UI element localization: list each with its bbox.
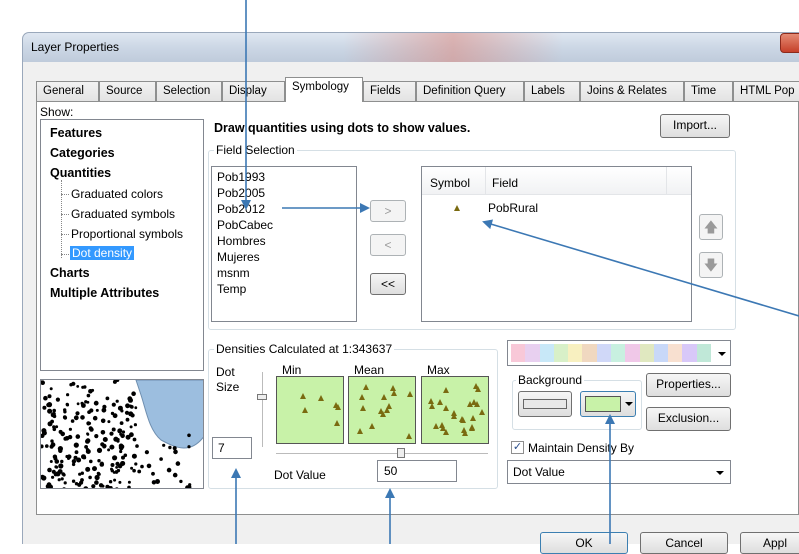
tab-label: Symbology — [292, 81, 349, 93]
arrow-to-selected-field — [482, 219, 799, 317]
tab-symbology[interactable]: Symbology — [285, 77, 363, 102]
annotation-arrows — [231, 0, 799, 544]
